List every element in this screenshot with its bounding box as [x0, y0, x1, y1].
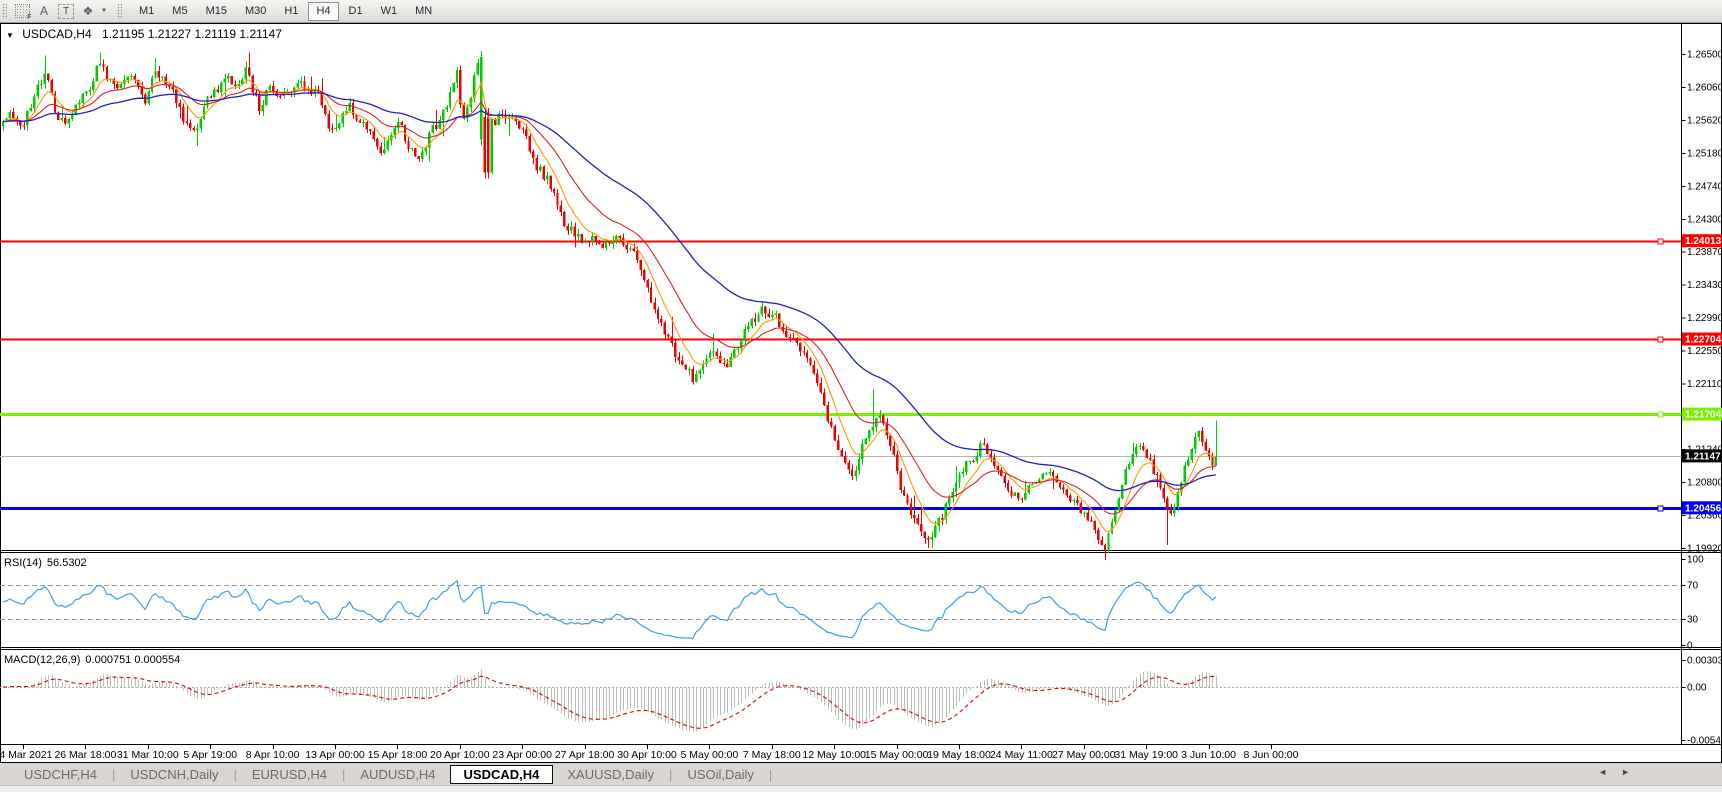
svg-text:1.25180: 1.25180 [1687, 149, 1722, 160]
svg-text:1.19920: 1.19920 [1687, 544, 1722, 555]
svg-text:1.20456: 1.20456 [1685, 503, 1722, 514]
status-bar [0, 785, 1722, 792]
toolbar-grip[interactable] [2, 3, 7, 19]
svg-text:31 Mar 10:00: 31 Mar 10:00 [117, 749, 179, 761]
symbol-tab-usdcad-h4[interactable]: USDCAD,H4 [449, 764, 554, 784]
text-label-tool-button[interactable]: A [33, 2, 55, 21]
svg-text:1.25620: 1.25620 [1687, 116, 1722, 127]
svg-text:30: 30 [1687, 615, 1699, 626]
svg-text:5 Apr 19:00: 5 Apr 19:00 [183, 749, 237, 761]
svg-text:1.20800: 1.20800 [1687, 477, 1722, 488]
symbol-tab-eurusd-h4[interactable]: EURUSD,H4 [238, 765, 341, 784]
svg-text:-0.00542: -0.00542 [1687, 736, 1722, 747]
tool-dropdown-caret[interactable]: ▼ [99, 2, 109, 21]
svg-text:8 Jun 00:00: 8 Jun 00:00 [1244, 749, 1299, 761]
moving-averages [2, 78, 1217, 533]
svg-text:24 May 11:00: 24 May 11:00 [990, 749, 1053, 761]
candlesticks [1, 50, 1218, 561]
svg-text:0.00: 0.00 [1687, 683, 1707, 694]
text-t-icon: T [58, 3, 74, 19]
svg-text:100: 100 [1687, 555, 1704, 566]
svg-text:30 Apr 10:00: 30 Apr 10:00 [617, 749, 677, 761]
svg-text:20 Apr 10:00: 20 Apr 10:00 [430, 749, 490, 761]
svg-text:15 May 00:00: 15 May 00:00 [865, 749, 929, 761]
svg-text:1.24740: 1.24740 [1687, 182, 1722, 193]
svg-text:0: 0 [1687, 641, 1693, 652]
symbol-tab-xauusd-daily[interactable]: XAUUSD,Daily [553, 765, 668, 784]
tab-scroll-left-icon[interactable]: ◄ [1598, 767, 1607, 777]
text-a-icon: A [39, 4, 48, 18]
rsi-label: RSI(14) 56.5302 [4, 557, 87, 569]
svg-text:23 Apr 00:00: 23 Apr 00:00 [492, 749, 552, 761]
toolbar: F A T ❖ ▼ M1 M5 M15 M30 H1 H4 D1 W1 MN [0, 0, 1722, 23]
timeframe-button-w1[interactable]: W1 [373, 2, 406, 21]
price-axis[interactable]: 1.26500 1.26060 1.25620 1.25180 1.24740 1.243… [1681, 50, 1722, 747]
svg-text:31 May 19:00: 31 May 19:00 [1114, 749, 1178, 761]
chart-title: ▼ USDCAD,H4 1.21195 1.21227 1.21119 1.21… [6, 27, 282, 41]
svg-text:7 May 18:00: 7 May 18:00 [743, 749, 801, 761]
svg-text:27 May 00:00: 27 May 00:00 [1052, 749, 1116, 761]
svg-text:1.23430: 1.23430 [1687, 280, 1722, 291]
toolbar-grip-2[interactable] [117, 3, 122, 19]
fibonacci-tool-button[interactable]: F [11, 2, 33, 21]
svg-text:5 May 00:00: 5 May 00:00 [681, 749, 739, 761]
svg-text:15 Apr 18:00: 15 Apr 18:00 [368, 749, 428, 761]
svg-text:1.22704: 1.22704 [1685, 335, 1722, 346]
timeframe-button-m1[interactable]: M1 [131, 2, 162, 21]
time-axis[interactable]: 24 Mar 202126 Mar 18:0031 Mar 10:00 5 Apr… [0, 745, 1299, 761]
svg-text:1.24013: 1.24013 [1685, 236, 1722, 247]
svg-text:1.24300: 1.24300 [1687, 215, 1722, 226]
macd-pane [0, 669, 1682, 732]
chart-title-symbol: USDCAD,H4 [22, 27, 92, 41]
svg-text:0.003035: 0.003035 [1687, 656, 1722, 667]
svg-text:1.22110: 1.22110 [1687, 379, 1722, 390]
svg-text:1.26500: 1.26500 [1687, 50, 1722, 61]
timeframe-button-d1[interactable]: D1 [341, 2, 371, 21]
svg-text:1.21147: 1.21147 [1685, 451, 1721, 462]
cursor-arrows-tool-button[interactable]: ❖ [77, 2, 99, 21]
fibonacci-icon: F [14, 4, 32, 21]
svg-text:1.22990: 1.22990 [1687, 313, 1722, 324]
price-tags: 1.24013 1.22704 1.21704 1.20456 1.21147 [1682, 234, 1722, 515]
svg-text:1.22550: 1.22550 [1687, 346, 1722, 357]
svg-text:24 Mar 2021: 24 Mar 2021 [0, 749, 53, 761]
timeframe-button-m15[interactable]: M15 [198, 2, 235, 21]
svg-text:1.21704: 1.21704 [1685, 410, 1722, 421]
text-box-tool-button[interactable]: T [55, 2, 77, 21]
svg-text:1.26060: 1.26060 [1687, 83, 1722, 94]
chart-area[interactable]: 1.26500 1.26060 1.25620 1.25180 1.24740 1.243… [0, 23, 1722, 763]
chart-window: 1.26500 1.26060 1.25620 1.25180 1.24740 1.243… [0, 23, 1722, 763]
rsi-pane [0, 579, 1682, 640]
symbol-tab-usdchf-h4[interactable]: USDCHF,H4 [10, 765, 111, 784]
svg-text:1.23870: 1.23870 [1687, 247, 1722, 258]
svg-text:12 May 10:00: 12 May 10:00 [802, 749, 866, 761]
svg-text:13 Apr 00:00: 13 Apr 00:00 [305, 749, 365, 761]
timeframe-button-mn[interactable]: MN [407, 2, 440, 21]
svg-text:26 Mar 18:00: 26 Mar 18:00 [54, 749, 116, 761]
timeframe-button-m5[interactable]: M5 [164, 2, 195, 21]
cursor-arrows-icon: ❖ [82, 4, 94, 18]
chart-title-ohlc: 1.21195 1.21227 1.21119 1.21147 [102, 27, 282, 41]
svg-text:3 Jun 10:00: 3 Jun 10:00 [1181, 749, 1236, 761]
pane-frame [0, 23, 1722, 763]
collapse-arrow-icon: ▼ [6, 31, 14, 40]
timeframe-button-h4[interactable]: H4 [308, 1, 339, 21]
horizontal-lines[interactable] [0, 238, 1682, 512]
svg-text:70: 70 [1687, 580, 1699, 591]
svg-text:27 Apr 18:00: 27 Apr 18:00 [555, 749, 615, 761]
timeframe-button-m30[interactable]: M30 [237, 2, 274, 21]
symbol-tabbar: USDCHF,H4 | USDCNH,Daily | EURUSD,H4 | AUDUSD,… [0, 763, 1722, 785]
symbol-tab-audusd-h4[interactable]: AUDUSD,H4 [346, 765, 449, 784]
mt4-window: F A T ❖ ▼ M1 M5 M15 M30 H1 H4 D1 W1 MN 1.26500 1.… [0, 0, 1722, 792]
tab-scroll-right-icon[interactable]: ► [1621, 767, 1630, 777]
timeframe-button-h1[interactable]: H1 [276, 2, 306, 21]
symbol-tab-usoil-daily[interactable]: USOil,Daily [673, 765, 767, 784]
macd-label: MACD(12,26,9) 0.000751 0.000554 [4, 654, 180, 666]
symbol-tab-usdcnh-daily[interactable]: USDCNH,Daily [116, 765, 232, 784]
tab-separator: | [768, 766, 773, 782]
svg-text:19 May 18:00: 19 May 18:00 [927, 749, 991, 761]
svg-text:8 Apr 10:00: 8 Apr 10:00 [246, 749, 300, 761]
